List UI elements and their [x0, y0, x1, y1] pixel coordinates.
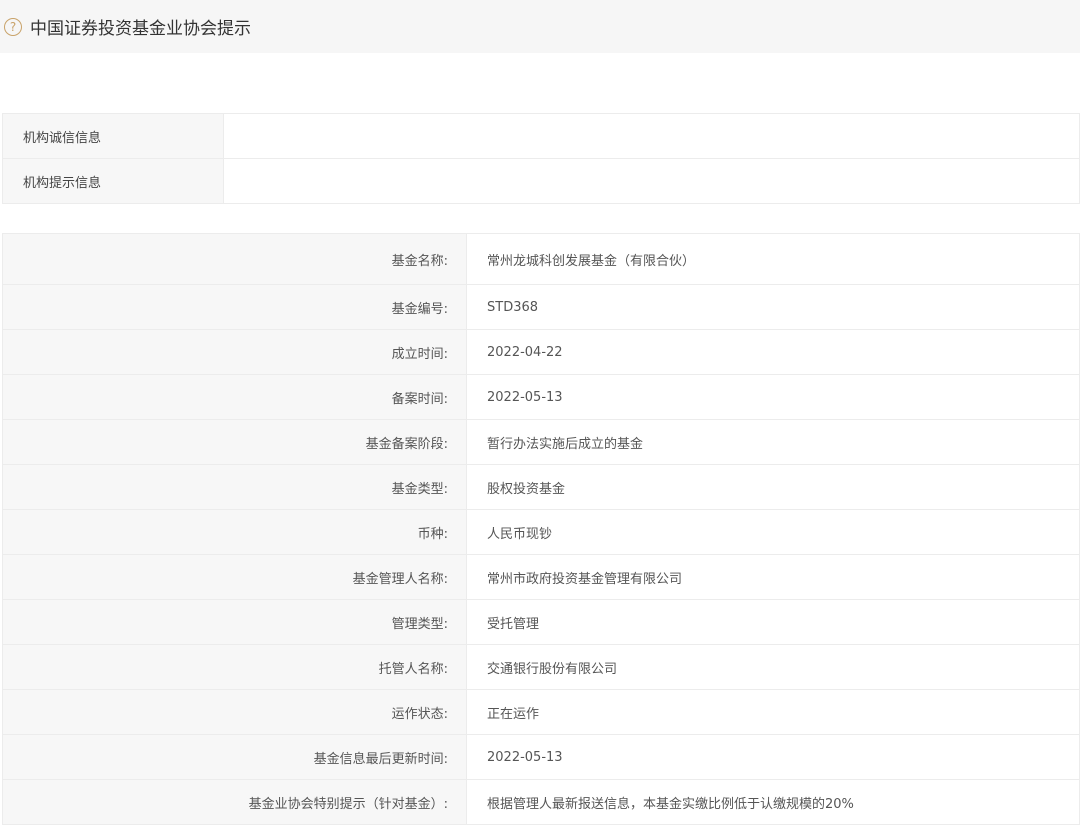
table-row: 基金管理人名称: 常州市政府投资基金管理有限公司 [2, 554, 1080, 600]
row-label: 备案时间: [2, 374, 467, 420]
row-value: 2022-05-13 [466, 734, 1080, 780]
page-title: 中国证券投资基金业协会提示 [30, 19, 251, 39]
row-value: 暂行办法实施后成立的基金 [466, 419, 1080, 465]
institution-info-table: 机构诚信信息 机构提示信息 [2, 113, 1080, 204]
row-value: 正在运作 [466, 689, 1080, 735]
row-value: 根据管理人最新报送信息，本基金实缴比例低于认缴规模的20% [466, 779, 1080, 825]
row-label: 成立时间: [2, 329, 467, 375]
table-row: 机构诚信信息 [2, 113, 1080, 159]
table-row: 托管人名称: 交通银行股份有限公司 [2, 644, 1080, 690]
row-label: 机构提示信息 [2, 158, 224, 204]
table-row: 基金备案阶段: 暂行办法实施后成立的基金 [2, 419, 1080, 465]
row-label: 币种: [2, 509, 467, 555]
row-value: 人民币现钞 [466, 509, 1080, 555]
row-label: 基金备案阶段: [2, 419, 467, 465]
question-circle-icon: ? [4, 17, 22, 36]
row-value: 2022-04-22 [466, 329, 1080, 375]
table-row: 成立时间: 2022-04-22 [2, 329, 1080, 375]
row-value: 受托管理 [466, 599, 1080, 645]
row-value: 常州市政府投资基金管理有限公司 [466, 554, 1080, 600]
row-value: 2022-05-13 [466, 374, 1080, 420]
row-value [223, 158, 1080, 204]
table-row: 备案时间: 2022-05-13 [2, 374, 1080, 420]
row-value: 股权投资基金 [466, 464, 1080, 510]
table-row: 机构提示信息 [2, 158, 1080, 204]
table-row: 基金信息最后更新时间: 2022-05-13 [2, 734, 1080, 780]
table-row: 运作状态: 正在运作 [2, 689, 1080, 735]
table-row: 基金编号: STD368 [2, 284, 1080, 330]
row-label: 基金编号: [2, 284, 467, 330]
row-value: 交通银行股份有限公司 [466, 644, 1080, 690]
row-value: STD368 [466, 284, 1080, 330]
row-label: 托管人名称: [2, 644, 467, 690]
page-header: ? 中国证券投资基金业协会提示 [0, 0, 1080, 53]
table-row: 基金业协会特别提示（针对基金）: 根据管理人最新报送信息，本基金实缴比例低于认缴规… [2, 779, 1080, 825]
row-label: 基金名称: [2, 233, 467, 285]
row-value: 常州龙城科创发展基金（有限合伙） [466, 233, 1080, 285]
table-row: 基金名称: 常州龙城科创发展基金（有限合伙） [2, 233, 1080, 285]
row-label: 管理类型: [2, 599, 467, 645]
row-label: 机构诚信信息 [2, 113, 224, 159]
row-label: 基金类型: [2, 464, 467, 510]
table-row: 基金类型: 股权投资基金 [2, 464, 1080, 510]
row-label: 基金管理人名称: [2, 554, 467, 600]
row-label: 基金业协会特别提示（针对基金）: [2, 779, 467, 825]
row-label: 运作状态: [2, 689, 467, 735]
row-value [223, 113, 1080, 159]
table-row: 管理类型: 受托管理 [2, 599, 1080, 645]
fund-info-table: 基金名称: 常州龙城科创发展基金（有限合伙） 基金编号: STD368 成立时间: 202… [2, 233, 1080, 825]
table-row: 币种: 人民币现钞 [2, 509, 1080, 555]
row-label: 基金信息最后更新时间: [2, 734, 467, 780]
